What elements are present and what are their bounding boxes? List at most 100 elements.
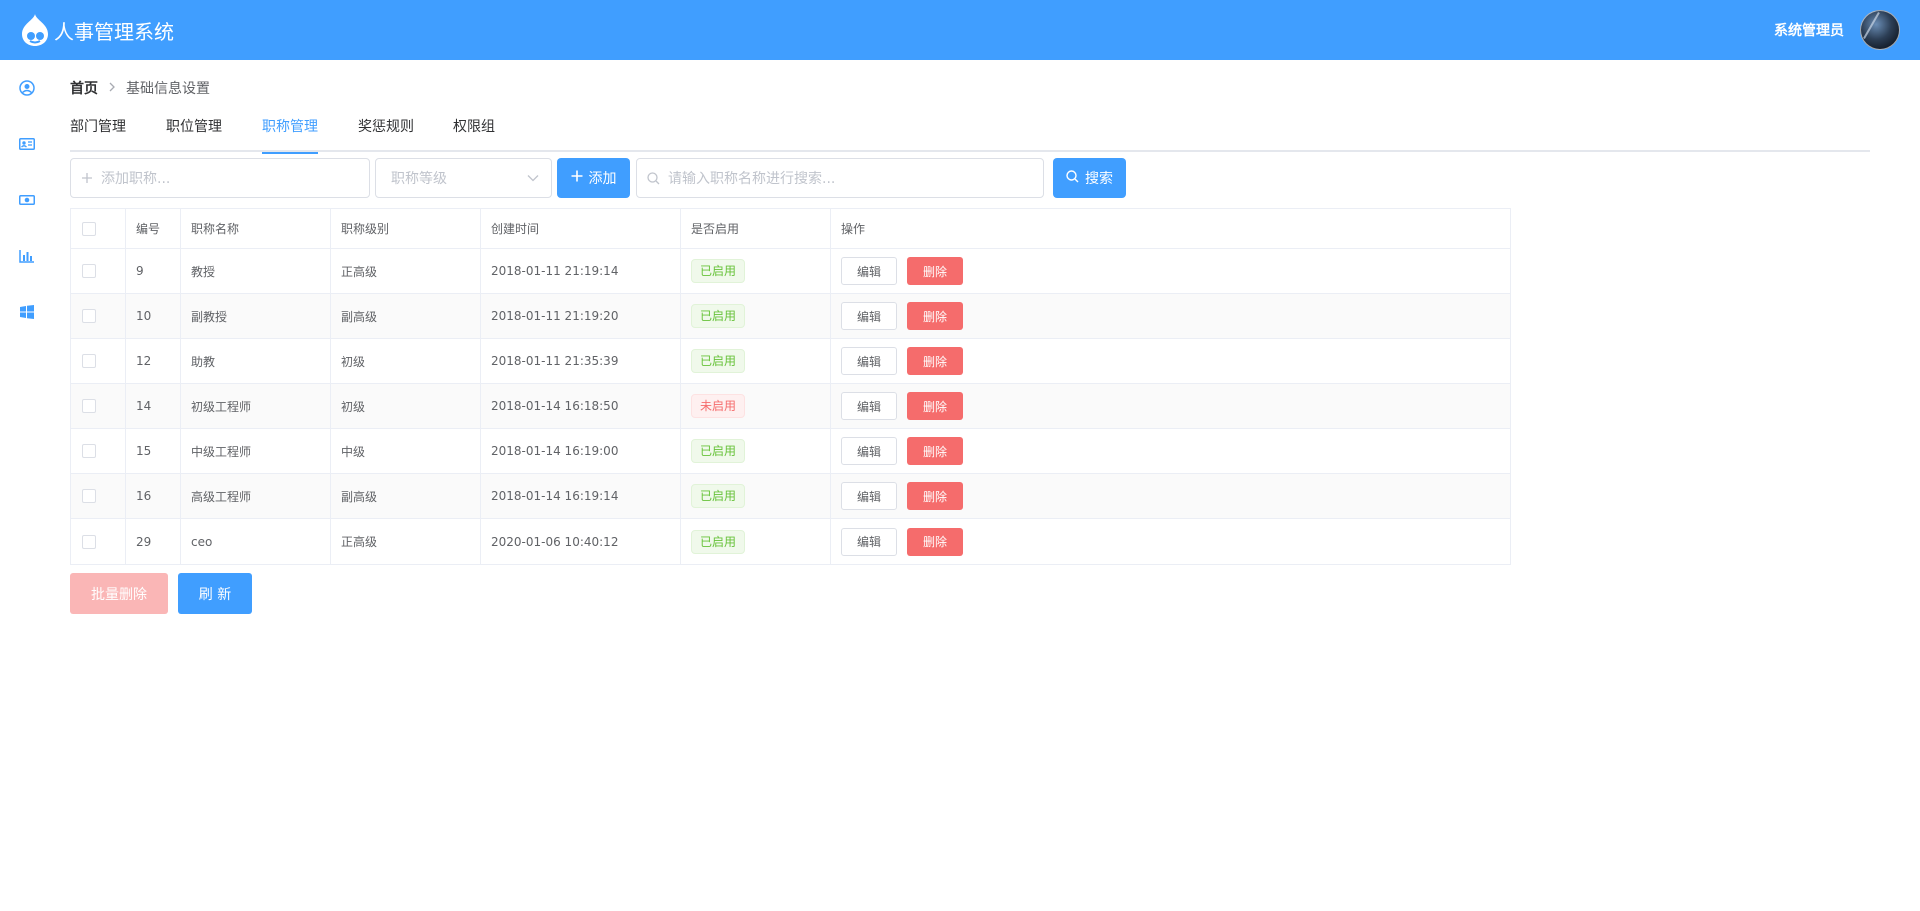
select-all-checkbox[interactable] bbox=[82, 221, 96, 236]
windows-icon[interactable] bbox=[19, 304, 35, 320]
row-checkbox[interactable] bbox=[82, 309, 96, 323]
bar-chart-icon[interactable] bbox=[19, 248, 35, 264]
row-checkbox[interactable] bbox=[82, 264, 96, 278]
row-checkbox[interactable] bbox=[82, 354, 96, 368]
cell-actions: 编辑 删除 bbox=[831, 294, 1510, 338]
user-area[interactable]: 系统管理员 bbox=[1774, 10, 1900, 50]
cell-name: 高级工程师 bbox=[181, 474, 331, 518]
row-checkbox[interactable] bbox=[82, 489, 96, 503]
status-badge: 已启用 bbox=[691, 304, 746, 328]
breadcrumb-home[interactable]: 首页 bbox=[70, 78, 98, 98]
user-circle-icon[interactable] bbox=[19, 80, 35, 96]
batch-delete-button[interactable]: 批量删除 bbox=[70, 573, 168, 614]
search-icon bbox=[647, 171, 660, 185]
username[interactable]: 系统管理员 bbox=[1774, 20, 1844, 40]
edit-button[interactable]: 编辑 bbox=[841, 257, 897, 285]
cell-id: 9 bbox=[126, 249, 181, 293]
table-row: 9 教授 正高级 2018-01-11 21:19:14 已启用 编辑 删除 bbox=[71, 249, 1510, 294]
status-badge: 已启用 bbox=[691, 529, 746, 554]
table-header: 编号 职称名称 职称级别 创建时间 是否启用 操作 bbox=[71, 209, 1510, 249]
edit-button[interactable]: 编辑 bbox=[841, 347, 897, 375]
cell-name: 初级工程师 bbox=[181, 384, 331, 428]
edit-button[interactable]: 编辑 bbox=[841, 437, 897, 465]
cell-created: 2018-01-14 16:18:50 bbox=[481, 384, 681, 428]
edit-button[interactable]: 编辑 bbox=[841, 527, 897, 556]
brand[interactable]: 人事管理系统 bbox=[20, 13, 174, 47]
cell-id: 14 bbox=[126, 384, 181, 428]
table-row: 29 ceo 正高级 2020-01-06 10:40:12 已启用 编辑 删除 bbox=[71, 519, 1510, 564]
breadcrumb: 首页 基础信息设置 bbox=[70, 78, 210, 98]
avatar[interactable] bbox=[1860, 10, 1900, 50]
cell-id: 29 bbox=[126, 519, 181, 564]
cell-actions: 编辑 删除 bbox=[831, 429, 1510, 473]
status-badge: 已启用 bbox=[691, 439, 746, 463]
level-select[interactable]: 职称等级 bbox=[375, 158, 552, 198]
cell-name: ceo bbox=[181, 519, 331, 564]
search-button[interactable]: 搜索 bbox=[1053, 158, 1126, 198]
sidebar bbox=[0, 60, 56, 911]
row-checkbox[interactable] bbox=[82, 399, 96, 413]
search-icon bbox=[1066, 169, 1079, 187]
chevron-right-icon bbox=[108, 81, 116, 95]
cell-actions: 编辑 删除 bbox=[831, 519, 1510, 564]
column-header-actions: 操作 bbox=[841, 222, 866, 236]
edit-button[interactable]: 编辑 bbox=[841, 392, 897, 420]
edit-button[interactable]: 编辑 bbox=[841, 482, 897, 510]
cell-level: 初级 bbox=[331, 339, 481, 383]
top-header: 人事管理系统 系统管理员 bbox=[0, 0, 1920, 60]
id-card-icon[interactable] bbox=[19, 136, 35, 152]
cell-status: 已启用 bbox=[681, 294, 831, 338]
app-title: 人事管理系统 bbox=[54, 19, 174, 44]
add-title-placeholder: 添加职称... bbox=[101, 171, 171, 187]
status-badge: 已启用 bbox=[691, 484, 746, 508]
breadcrumb-current: 基础信息设置 bbox=[126, 81, 210, 97]
cell-name: 中级工程师 bbox=[181, 429, 331, 473]
table-row: 15 中级工程师 中级 2018-01-14 16:19:00 已启用 编辑 删… bbox=[71, 429, 1510, 474]
search-input[interactable]: 请输入职称名称进行搜索... bbox=[636, 158, 1044, 198]
money-icon[interactable] bbox=[19, 192, 35, 208]
row-checkbox[interactable] bbox=[82, 444, 96, 458]
delete-button[interactable]: 删除 bbox=[907, 392, 963, 420]
cell-level: 副高级 bbox=[331, 474, 481, 518]
row-select-cell bbox=[71, 294, 126, 338]
refresh-button[interactable]: 刷 新 bbox=[178, 573, 252, 614]
tab-job-title[interactable]: 职称管理 bbox=[262, 114, 318, 154]
row-select-cell bbox=[71, 429, 126, 473]
cell-level: 正高级 bbox=[331, 249, 481, 293]
cell-level: 中级 bbox=[331, 429, 481, 473]
cell-level: 初级 bbox=[331, 384, 481, 428]
add-title-input[interactable]: 添加职称... bbox=[70, 158, 370, 198]
status-badge: 已启用 bbox=[691, 259, 746, 283]
row-select-cell bbox=[71, 384, 126, 428]
tab-permission-group[interactable]: 权限组 bbox=[453, 114, 495, 152]
column-header-enabled: 是否启用 bbox=[681, 209, 831, 248]
delete-button[interactable]: 删除 bbox=[907, 482, 963, 510]
row-select-cell bbox=[71, 519, 126, 564]
add-button[interactable]: 添加 bbox=[557, 158, 630, 198]
delete-button[interactable]: 删除 bbox=[907, 527, 963, 556]
cell-actions: 编辑 删除 bbox=[831, 249, 1510, 293]
edit-button[interactable]: 编辑 bbox=[841, 302, 897, 330]
search-placeholder: 请输入职称名称进行搜索... bbox=[668, 171, 836, 187]
cell-status: 已启用 bbox=[681, 519, 831, 564]
cell-created: 2020-01-06 10:40:12 bbox=[481, 519, 681, 564]
tab-position[interactable]: 职位管理 bbox=[166, 114, 222, 152]
row-checkbox[interactable] bbox=[82, 534, 96, 549]
cell-name: 教授 bbox=[181, 249, 331, 293]
cell-status: 已启用 bbox=[681, 339, 831, 383]
delete-button[interactable]: 删除 bbox=[907, 437, 963, 465]
cell-id: 16 bbox=[126, 474, 181, 518]
delete-button[interactable]: 删除 bbox=[907, 347, 963, 375]
delete-button[interactable]: 删除 bbox=[907, 302, 963, 330]
table-row: 16 高级工程师 副高级 2018-01-14 16:19:14 已启用 编辑 … bbox=[71, 474, 1510, 519]
row-select-cell bbox=[71, 249, 126, 293]
tab-bar: 部门管理 职位管理 职称管理 奖惩规则 权限组 bbox=[70, 114, 1870, 154]
add-button-label: 添加 bbox=[588, 171, 617, 187]
column-header-created: 创建时间 bbox=[481, 209, 681, 248]
tab-reward-rules[interactable]: 奖惩规则 bbox=[358, 114, 414, 152]
tab-department[interactable]: 部门管理 bbox=[70, 114, 126, 152]
cell-name: 副教授 bbox=[181, 294, 331, 338]
drupal-logo-icon bbox=[20, 13, 50, 47]
delete-button[interactable]: 删除 bbox=[907, 257, 963, 285]
table-row: 14 初级工程师 初级 2018-01-14 16:18:50 未启用 编辑 删… bbox=[71, 384, 1510, 429]
